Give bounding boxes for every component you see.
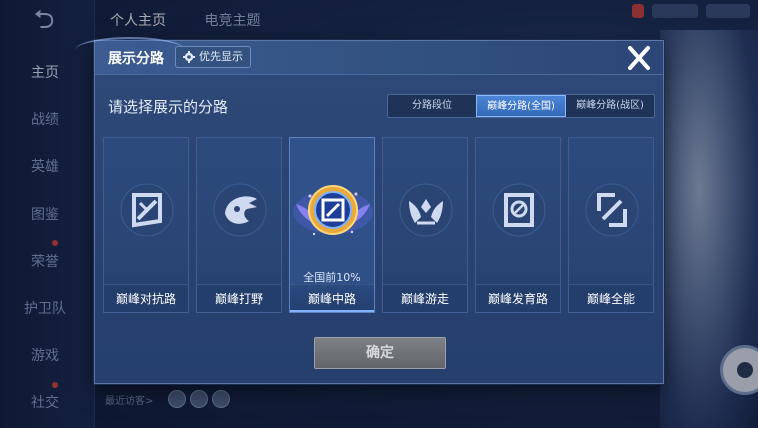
segment-peak-national[interactable]: 巅峰分路(全国) (476, 95, 566, 117)
lane-card-label: 巅峰中路 (290, 284, 374, 312)
gear-icon (183, 51, 195, 63)
priority-display-label: 优先显示 (199, 50, 243, 63)
lane-rank-text: 全国前10% (303, 271, 361, 284)
lane-display-dialog: 展示分路 优先显示 请选择展示的分路 分路段位 巅峰分路(全国) 巅峰分路(战区… (75, 37, 664, 384)
lane-source-segmented-control: 分路段位 巅峰分路(全国) 巅峰分路(战区) (387, 94, 655, 118)
segment-peak-region[interactable]: 巅峰分路(战区) (566, 95, 654, 117)
lane-card-label: 巅峰打野 (197, 284, 281, 312)
lane-card-list: 巅峰对抗路 巅峰打野 全国前10% 巅峰中路 巅峰游走 巅峰发育路 巅峰全能 (103, 137, 659, 313)
sword-shield-icon (120, 183, 174, 237)
lane-card-label: 巅峰发育路 (476, 284, 560, 312)
dragon-icon (213, 183, 267, 237)
priority-display-button[interactable]: 优先显示 (175, 46, 251, 68)
confirm-button[interactable]: 确定 (314, 337, 446, 369)
mid-lane-emblem-icon (306, 183, 360, 237)
lane-card-label: 巅峰游走 (383, 284, 467, 312)
lane-card-support[interactable]: 巅峰游走 (382, 137, 468, 313)
select-lane-heading: 请选择展示的分路 (108, 98, 229, 116)
close-icon[interactable] (625, 45, 653, 71)
lane-card-all-round[interactable]: 巅峰全能 (568, 137, 654, 313)
bow-target-icon (492, 183, 546, 237)
lane-card-jungle[interactable]: 巅峰打野 (196, 137, 282, 313)
all-round-icon (585, 183, 639, 237)
lane-card-label: 巅峰对抗路 (104, 284, 188, 312)
wings-icon (399, 183, 453, 237)
dialog-header: 展示分路 优先显示 (75, 37, 663, 75)
dialog-title: 展示分路 (108, 51, 164, 67)
lane-card-label: 巅峰全能 (569, 284, 653, 312)
lane-card-adc[interactable]: 巅峰发育路 (475, 137, 561, 313)
lane-card-top[interactable]: 巅峰对抗路 (103, 137, 189, 313)
segment-lane-rank[interactable]: 分路段位 (388, 95, 476, 117)
lane-card-mid[interactable]: 全国前10% 巅峰中路 (289, 137, 375, 313)
